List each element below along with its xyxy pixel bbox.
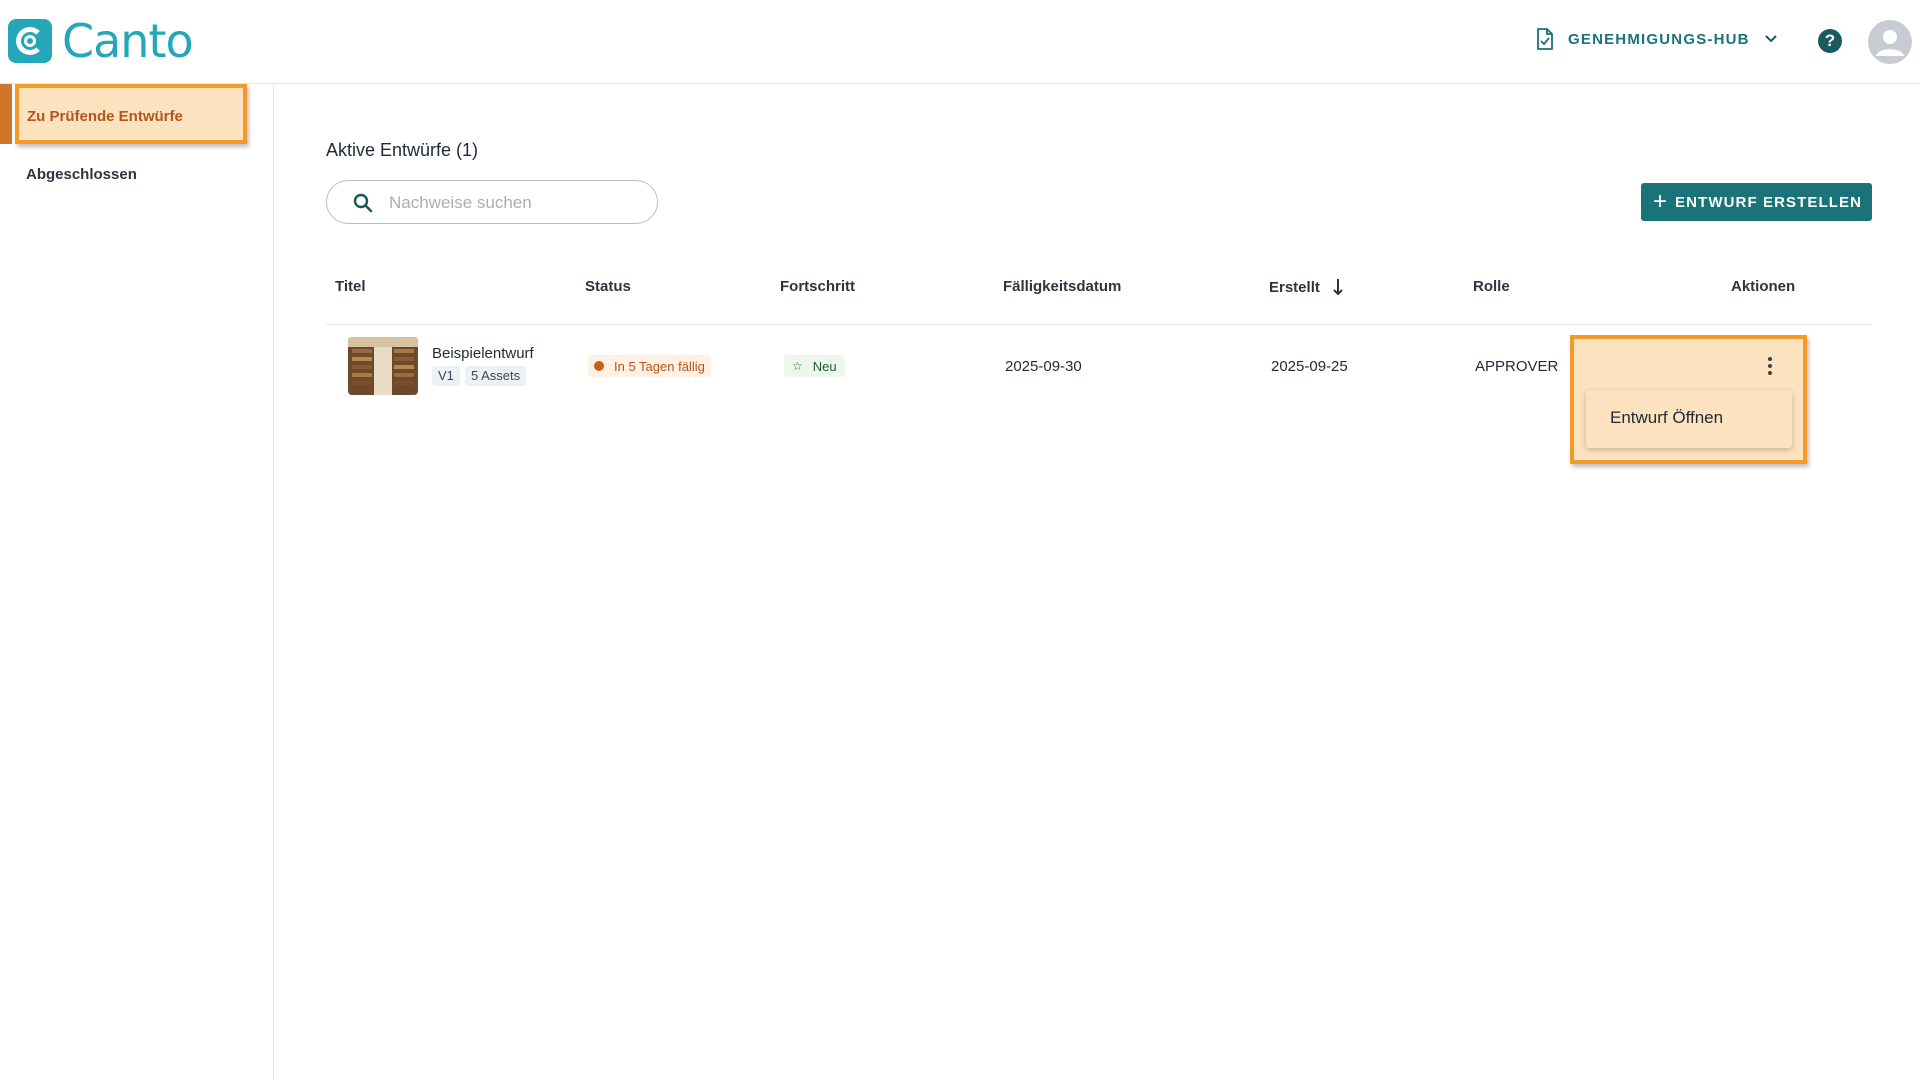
page-title: Aktive Entwürfe (1)	[326, 140, 479, 160]
version-chip: V1	[432, 366, 460, 386]
column-header-title[interactable]: Titel	[335, 278, 366, 295]
create-draft-button[interactable]: + ENTWURF ERSTELLEN	[1641, 183, 1872, 221]
table-header-divider	[326, 324, 1872, 325]
column-header-status[interactable]: Status	[585, 278, 631, 295]
sidebar: Zu Prüfende Entwürfe Abgeschlossen	[0, 84, 274, 1080]
hub-switcher[interactable]: GENEHMIGUNGS-HUB	[1536, 28, 1778, 50]
top-header: Canto GENEHMIGUNGS-HUB ?	[0, 0, 1920, 84]
column-header-actions: Aktionen	[1731, 278, 1796, 295]
draft-title[interactable]: Beispielentwurf	[432, 345, 534, 362]
document-check-icon	[1537, 28, 1553, 50]
column-header-due-date[interactable]: Fälligkeitsdatum	[1003, 278, 1121, 295]
more-vertical-icon[interactable]	[1762, 354, 1778, 378]
column-header-created[interactable]: Erstellt	[1269, 278, 1344, 296]
progress-text: Neu	[812, 358, 837, 374]
column-header-role[interactable]: Rolle	[1473, 278, 1510, 295]
search-box[interactable]	[326, 180, 658, 224]
help-icon[interactable]: ?	[1818, 29, 1842, 53]
sort-arrow-down-icon	[1333, 279, 1343, 296]
brand-name: Canto	[62, 14, 194, 68]
search-icon	[353, 193, 373, 213]
assets-chip: 5 Assets	[465, 366, 527, 386]
menu-item-open-draft[interactable]: Entwurf Öffnen	[1586, 390, 1792, 448]
user-avatar-icon[interactable]	[1868, 20, 1912, 64]
chevron-down-icon	[1764, 35, 1777, 43]
plus-icon: +	[1653, 188, 1668, 215]
hub-label: GENEHMIGUNGS-HUB	[1568, 30, 1750, 48]
sidebar-item-completed[interactable]: Abgeschlossen	[26, 166, 137, 183]
status-dot-icon	[594, 361, 604, 371]
column-header-progress[interactable]: Fortschritt	[780, 278, 855, 295]
library-image	[348, 337, 418, 395]
menu-item-label: Entwurf Öffnen	[1610, 408, 1724, 427]
sidebar-item-label: Zu Prüfende Entwürfe	[27, 108, 183, 125]
create-draft-label: ENTWURF ERSTELLEN	[1675, 193, 1863, 211]
created-date: 2025-09-25	[1271, 358, 1348, 375]
column-header-created-label: Erstellt	[1269, 279, 1320, 296]
sidebar-item-to-review[interactable]: Zu Prüfende Entwürfe	[15, 84, 247, 144]
search-input[interactable]	[389, 191, 639, 215]
canto-logo[interactable]: Canto	[8, 14, 194, 68]
due-date: 2025-09-30	[1005, 358, 1082, 375]
star-outline-icon: ☆	[792, 359, 803, 373]
canto-logo-icon	[8, 19, 52, 63]
person-silhouette-icon	[1876, 30, 1904, 56]
active-item-indicator	[0, 84, 12, 144]
draft-thumbnail[interactable]	[348, 337, 418, 395]
progress-badge: ☆ Neu	[784, 355, 845, 377]
status-text: In 5 Tagen fällig	[614, 358, 705, 374]
status-badge: In 5 Tagen fällig	[588, 355, 711, 377]
role: APPROVER	[1475, 358, 1559, 375]
